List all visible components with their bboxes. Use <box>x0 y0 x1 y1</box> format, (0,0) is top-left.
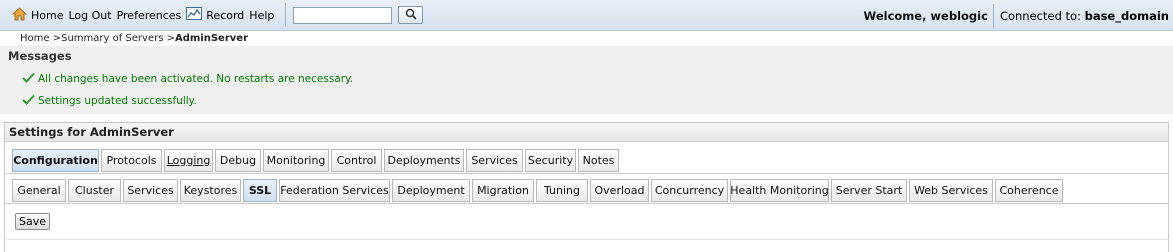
subtab-keystores[interactable]: Keystores <box>180 179 241 202</box>
subtab-services[interactable]: Services <box>123 179 178 202</box>
search-input[interactable] <box>293 6 393 24</box>
subtab-coherence[interactable]: Coherence <box>995 179 1063 202</box>
record-link[interactable]: Record <box>186 7 244 23</box>
subtab-ssl[interactable]: SSL <box>243 179 277 202</box>
tab-notes[interactable]: Notes <box>578 149 619 172</box>
help-link[interactable]: Help <box>249 9 274 22</box>
subtab-overload[interactable]: Overload <box>590 179 649 202</box>
subtab-concurrency[interactable]: Concurrency <box>651 179 728 202</box>
tab-label: Deployment <box>397 184 465 197</box>
tab-label: Protocols <box>106 154 157 167</box>
message-text: Settings updated successfully. <box>38 95 197 107</box>
tab-label: Services <box>127 184 174 197</box>
tab-monitoring[interactable]: Monitoring <box>263 149 329 172</box>
section-divider <box>6 239 1169 240</box>
tab-label: Configuration <box>13 154 98 167</box>
tab-label: Concurrency <box>654 184 725 197</box>
preferences-label: Preferences <box>116 8 182 22</box>
tab-label: General <box>17 184 61 197</box>
domain-name: base_domain <box>1084 8 1169 23</box>
tab-label: Logging <box>166 154 211 167</box>
tab-label: Server Start <box>835 184 903 197</box>
subtab-cluster[interactable]: Cluster <box>68 179 121 202</box>
tab-label: Coherence <box>999 184 1059 197</box>
tab-label: SSL <box>248 184 272 197</box>
messages-title: Messages <box>8 49 72 63</box>
tab-label: Notes <box>582 154 615 167</box>
connected-prefix: Connected to: <box>999 8 1085 23</box>
subtab-federation-services[interactable]: Federation Services <box>279 179 390 202</box>
tab-divider <box>6 173 1169 174</box>
settings-title: Settings for AdminServer <box>5 123 1168 142</box>
toolbar-divider <box>285 3 287 27</box>
record-icon <box>186 7 203 23</box>
checkmark-icon <box>22 94 35 108</box>
tab-security[interactable]: Security <box>525 149 576 172</box>
subtab-divider <box>6 203 1169 204</box>
connection-info: Connected to: base_domain <box>994 9 1173 23</box>
logout-link[interactable]: Log Out <box>68 9 111 22</box>
tab-label: Security <box>527 154 574 167</box>
subtab-general[interactable]: General <box>12 179 66 202</box>
tab-configuration[interactable]: Configuration <box>12 149 99 172</box>
breadcrumb: Home >Summary of Servers >AdminServer <box>20 33 248 44</box>
home-icon <box>11 6 28 24</box>
home-label: Home <box>31 8 64 22</box>
tab-logging[interactable]: Logging <box>164 149 213 172</box>
tab-debug[interactable]: Debug <box>215 149 261 172</box>
logout-label: Log Out <box>68 8 112 22</box>
save-button[interactable]: Save <box>15 213 50 230</box>
search-icon <box>405 8 417 23</box>
message-text: All changes have been activated. No rest… <box>38 73 354 85</box>
tab-services[interactable]: Services <box>466 149 523 172</box>
subtab-web-services[interactable]: Web Services <box>909 179 993 202</box>
tab-label: Migration <box>477 184 529 197</box>
breadcrumb-separator: > <box>163 33 175 44</box>
subtab-server-start[interactable]: Server Start <box>831 179 907 202</box>
settings-panel: Settings for AdminServer Configuration P… <box>4 122 1169 252</box>
breadcrumb-current: AdminServer <box>174 33 248 44</box>
tab-label: Deployments <box>387 154 461 167</box>
tab-label: Federation Services <box>280 184 389 197</box>
search-button[interactable] <box>398 6 424 24</box>
tab-protocols[interactable]: Protocols <box>101 149 162 172</box>
top-toolbar: Home Log Out Preferences Record Help Wel… <box>0 0 1173 31</box>
tab-label: Overload <box>594 184 645 197</box>
tab-label: Tuning <box>544 184 581 197</box>
home-link[interactable]: Home <box>11 6 64 24</box>
message-item: Settings updated successfully. <box>22 94 197 108</box>
preferences-link[interactable]: Preferences <box>117 9 182 22</box>
record-label: Record <box>206 8 245 22</box>
checkmark-icon <box>22 72 35 86</box>
message-item: All changes have been activated. No rest… <box>22 72 353 86</box>
subtab-tuning[interactable]: Tuning <box>536 179 588 202</box>
tab-label: Cluster <box>74 184 115 197</box>
tab-label: Web Services <box>914 184 988 197</box>
messages-panel: Messages All changes have been activated… <box>0 46 1173 114</box>
breadcrumb-summary-of-servers[interactable]: Summary of Servers <box>61 33 163 44</box>
tab-label: Services <box>471 154 518 167</box>
tab-label: Control <box>336 154 377 167</box>
tab-label: Health Monitoring <box>730 184 829 197</box>
tab-deployments[interactable]: Deployments <box>384 149 464 172</box>
help-label: Help <box>249 8 275 22</box>
main-tabs: Configuration Protocols Logging Debug Mo… <box>12 149 621 172</box>
subtab-health-monitoring[interactable]: Health Monitoring <box>730 179 829 202</box>
subtab-deployment[interactable]: Deployment <box>392 179 470 202</box>
welcome-text: Welcome, weblogic <box>863 8 988 23</box>
breadcrumb-home[interactable]: Home <box>20 33 50 44</box>
tab-label: Debug <box>219 154 257 167</box>
breadcrumb-separator: > <box>49 33 62 44</box>
tab-control[interactable]: Control <box>331 149 382 172</box>
sub-tabs: General Cluster Services Keystores SSL F… <box>12 179 1065 202</box>
subtab-migration[interactable]: Migration <box>472 179 534 202</box>
tab-label: Keystores <box>183 184 238 197</box>
tab-label: Monitoring <box>266 154 326 167</box>
